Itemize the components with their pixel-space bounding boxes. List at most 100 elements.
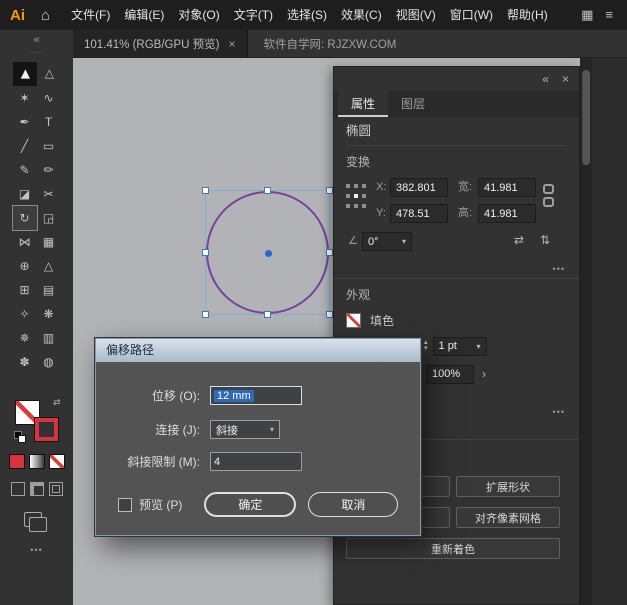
width-tool[interactable]: ⋈ — [13, 230, 37, 254]
link-dimensions-icon[interactable] — [543, 184, 554, 207]
type-tool[interactable]: T — [37, 110, 61, 134]
rotation-select[interactable]: 0° ▾ — [362, 232, 412, 251]
rotate-tool[interactable]: ↻ — [11, 205, 38, 231]
selection-handle[interactable] — [326, 187, 333, 194]
gradient-button[interactable] — [28, 454, 45, 469]
blend-tool[interactable]: ❋ — [37, 302, 61, 326]
screen-mode-button[interactable] — [24, 512, 47, 532]
eyedropper-tool-icon: ✧ — [19, 307, 30, 321]
dialog-title-bar[interactable]: 偏移路径 — [96, 339, 420, 362]
menu-view[interactable]: 视图(V) — [389, 0, 443, 30]
home-icon[interactable]: ⌂ — [41, 7, 50, 24]
scissors-tool-icon: ✂ — [43, 187, 54, 201]
expand-shape-button[interactable]: 扩展形状 — [456, 476, 560, 497]
ok-button[interactable]: 确定 — [204, 492, 297, 517]
mesh-tool[interactable]: ⊞ — [13, 278, 37, 302]
x-input[interactable] — [390, 178, 448, 197]
tab-layers[interactable]: 图层 — [388, 91, 438, 117]
default-swatches-icon[interactable] — [13, 431, 26, 443]
selection-handle[interactable] — [263, 187, 271, 194]
opacity-options-icon[interactable]: › — [482, 367, 486, 381]
zoom-tool[interactable]: ◍ — [37, 350, 61, 374]
shape-builder-tool[interactable]: ⊕ — [13, 254, 37, 278]
height-input[interactable] — [478, 204, 536, 223]
workspace-icon[interactable]: ▦ — [581, 7, 593, 23]
draw-behind-button[interactable] — [29, 482, 44, 496]
cancel-button[interactable]: 取消 — [308, 492, 399, 517]
magic-wand-tool[interactable]: ✶ — [13, 86, 37, 110]
hand-tool[interactable]: ✽ — [13, 350, 37, 374]
app-logo[interactable]: Ai — [10, 7, 25, 24]
reference-point-selector[interactable] — [346, 184, 366, 208]
stroke-weight-stepper[interactable]: ▴ ▾ — [424, 339, 428, 352]
tab-properties[interactable]: 属性 — [338, 91, 389, 117]
preview-checkbox[interactable] — [118, 497, 132, 512]
menu-file[interactable]: 文件(F) — [64, 0, 117, 30]
join-select[interactable]: 斜接 ▾ — [210, 420, 280, 439]
direct-selection-tool-icon: ▷ — [41, 69, 56, 79]
menu-effect[interactable]: 效果(C) — [334, 0, 389, 30]
rectangle-tool[interactable]: ▭ — [37, 134, 61, 158]
menu-help[interactable]: 帮助(H) — [500, 0, 555, 30]
align-pixel-grid-button[interactable]: 对齐像素网格 — [456, 507, 560, 528]
stroke-weight-select[interactable]: 1 pt ▾ — [432, 336, 487, 356]
color-button[interactable] — [8, 454, 25, 469]
selection-handle[interactable] — [326, 311, 333, 318]
selection-tool[interactable]: ▶ — [12, 62, 37, 86]
flip-vertical-icon[interactable]: ⇅ — [540, 233, 550, 247]
fill-color-swatch[interactable] — [346, 312, 361, 328]
toolbar-collapse-icon[interactable]: « — [0, 30, 73, 48]
menu-edit[interactable]: 编辑(E) — [117, 0, 171, 30]
column-graph-tool[interactable]: ▥ — [37, 326, 61, 350]
stroke-swatch[interactable] — [33, 417, 59, 442]
panel-close-icon[interactable]: × — [562, 72, 569, 86]
draw-normal-button[interactable] — [10, 482, 25, 496]
document-tab[interactable]: 101.41% (RGB/GPU 预览) × — [73, 30, 248, 58]
swap-fill-stroke-icon[interactable]: ⇄ — [53, 397, 61, 408]
width-input[interactable] — [478, 178, 536, 197]
panel-menu-icon[interactable]: ≡ — [605, 7, 613, 23]
opacity-field[interactable]: 100% — [426, 364, 474, 384]
perspective-grid-tool[interactable]: △ — [37, 254, 61, 278]
menu-window[interactable]: 窗口(W) — [443, 0, 500, 30]
scrollbar-thumb[interactable] — [582, 70, 590, 165]
menu-select[interactable]: 选择(S) — [280, 0, 334, 30]
panel-collapse-icon[interactable]: « — [542, 72, 549, 86]
scale-tool[interactable]: ◲ — [37, 206, 61, 230]
free-transform-tool[interactable]: ▦ — [37, 230, 61, 254]
toolbar-grip[interactable]: ···· — [0, 48, 73, 58]
flip-horizontal-icon[interactable]: ⇄ — [514, 233, 524, 247]
gradient-tool[interactable]: ▤ — [37, 278, 61, 302]
selection-handle[interactable] — [202, 311, 209, 318]
selection-handle[interactable] — [202, 187, 209, 194]
toolbar-more-icon[interactable]: ••• — [0, 545, 73, 555]
symbol-sprayer-tool[interactable]: ✵ — [13, 326, 37, 350]
center-anchor[interactable] — [264, 249, 272, 257]
panel-header: « × — [334, 67, 579, 91]
transform-more-icon[interactable]: ••• — [346, 264, 565, 276]
menu-object[interactable]: 对象(O) — [171, 0, 226, 30]
eyedropper-tool[interactable]: ✧ — [13, 302, 37, 326]
y-input[interactable] — [390, 204, 448, 223]
scissors-tool[interactable]: ✂ — [37, 182, 61, 206]
offset-input[interactable]: 12 mm — [210, 386, 302, 405]
selection-handle[interactable] — [263, 311, 271, 318]
selection-bounding-box[interactable] — [202, 187, 333, 318]
lasso-tool[interactable]: ∿ — [37, 86, 61, 110]
pencil-tool[interactable]: ✏ — [37, 158, 61, 182]
miter-input[interactable]: 4 — [210, 452, 302, 471]
none-button[interactable] — [48, 454, 65, 469]
tab-close-icon[interactable]: × — [228, 37, 235, 51]
selection-handle[interactable] — [326, 248, 333, 256]
selection-handle[interactable] — [202, 248, 209, 256]
direct-selection-tool[interactable]: ▷ — [37, 62, 61, 86]
menu-type[interactable]: 文字(T) — [227, 0, 280, 30]
recolor-button[interactable]: 重新着色 — [346, 538, 560, 559]
pen-tool[interactable]: ✒ — [13, 110, 37, 134]
eraser-tool[interactable]: ◪ — [13, 182, 37, 206]
paintbrush-tool[interactable]: ✎ — [13, 158, 37, 182]
line-tool[interactable]: ╱ — [13, 134, 37, 158]
scrollbar[interactable] — [580, 58, 592, 605]
stepper-down-icon[interactable]: ▾ — [424, 345, 428, 352]
draw-inside-button[interactable] — [48, 482, 63, 496]
